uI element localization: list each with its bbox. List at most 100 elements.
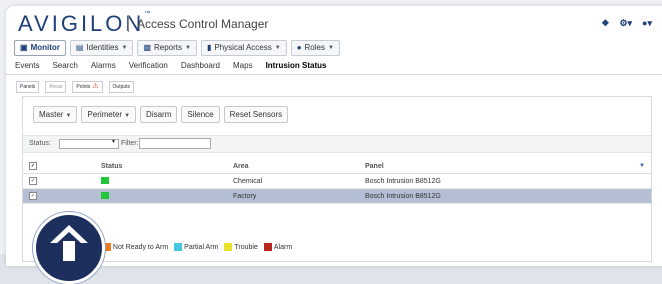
- chevron-down-icon: ▼: [65, 113, 72, 119]
- legend-label: Alarm: [273, 243, 293, 251]
- filter-input[interactable]: [139, 138, 211, 149]
- nav-roles-label: Roles: [304, 43, 325, 52]
- panel-column-header[interactable]: Panel ▼: [359, 159, 651, 174]
- panel-cell: Bosch Intrusion B8512G: [359, 173, 651, 189]
- master-button[interactable]: Master ▼: [33, 106, 78, 123]
- legend-swatch: [263, 243, 272, 251]
- subnav-search[interactable]: Search: [52, 61, 77, 70]
- subnav-intrusion-status[interactable]: Intrusion Status: [266, 61, 327, 70]
- subnav-dashboard[interactable]: Dashboard: [181, 61, 220, 70]
- chevron-down-icon: ▼: [111, 139, 116, 145]
- logo-text: AVIGILON: [18, 11, 145, 36]
- chevron-down-icon: ▼: [121, 45, 128, 51]
- status-indicator: [101, 176, 109, 184]
- status-filter-label: Status:: [29, 140, 51, 147]
- legend-item: Partial Arm: [174, 243, 218, 251]
- info-icon[interactable]: ❖: [601, 18, 609, 29]
- tab-points[interactable]: Points ⚠: [72, 81, 103, 93]
- panel-column-label: Panel: [365, 162, 384, 170]
- area-cell: Chemical: [227, 173, 359, 189]
- nav-reports-label: Reports: [154, 43, 183, 52]
- table-row[interactable]: ✓ Factory Bosch Intrusion B8512G: [23, 188, 651, 204]
- avigilon-logo: AVIGILON™: [18, 11, 150, 37]
- identities-icon: ▤: [75, 43, 84, 52]
- tab-points-label: Points: [76, 84, 91, 90]
- status-cell: [95, 173, 227, 189]
- row-select-cell[interactable]: ✓: [23, 188, 95, 204]
- nav-physical-access[interactable]: ▮ Physical Access ▼: [200, 40, 287, 56]
- select-all-header[interactable]: ✓: [23, 159, 95, 174]
- chevron-down-icon: ▼: [274, 45, 281, 51]
- perimeter-button[interactable]: Perimeter ▼: [81, 106, 137, 123]
- chevron-down-icon: ▼: [185, 45, 191, 51]
- screen-frame: AVIGILON™ Access Control Manager ❖ ⚙▾ ●▾…: [0, 0, 662, 284]
- intrusion-tabs: Panels Areas Points ⚠ Outputs: [16, 81, 135, 93]
- nav-monitor-label: Monitor: [30, 43, 60, 52]
- status-column-header[interactable]: Status: [95, 159, 227, 174]
- gear-icon[interactable]: ⚙▾: [619, 18, 632, 29]
- subnav-events[interactable]: Events: [15, 61, 39, 70]
- nav-roles[interactable]: ● Roles ▼: [290, 40, 340, 56]
- chevron-down-icon: ▼: [124, 113, 131, 119]
- status-select[interactable]: ▼: [59, 139, 119, 149]
- legend-item: Trouble: [224, 243, 258, 251]
- area-cell: Factory: [227, 188, 359, 204]
- legend-label: Trouble: [234, 243, 258, 251]
- nav-identities-label: Identities: [86, 43, 119, 52]
- disarm-button[interactable]: Disarm: [140, 106, 178, 123]
- silence-button[interactable]: Silence: [181, 106, 220, 123]
- sort-icon[interactable]: ▼: [639, 163, 645, 169]
- subnav-verification[interactable]: Verification: [129, 61, 168, 70]
- door-icon: ▮: [206, 43, 212, 52]
- reset-sensors-button[interactable]: Reset Sensors: [223, 106, 289, 123]
- tab-outputs-label: Outputs: [112, 84, 131, 90]
- arrow-up-icon-stem: [63, 241, 75, 261]
- legend-label: Partial Arm: [184, 243, 219, 251]
- tab-areas[interactable]: Areas: [45, 81, 67, 93]
- status-indicator: [101, 191, 109, 199]
- nav-physical-access-label: Physical Access: [214, 43, 272, 52]
- main-nav: ▣ Monitor ▤ Identities ▼ ▩ Reports ▼ ▮ P…: [14, 40, 340, 56]
- legend-label: Not Ready to Arm: [112, 243, 169, 251]
- monitor-icon: ▣: [20, 43, 28, 52]
- sub-nav: Events Search Alarms Verification Dashbo…: [6, 58, 662, 75]
- row-checkbox[interactable]: ✓: [29, 177, 37, 185]
- legend-swatch: [174, 243, 183, 251]
- legend-item: Alarm: [263, 243, 293, 251]
- status-cell: [95, 188, 227, 204]
- legend-swatch: [224, 243, 233, 251]
- tab-panels[interactable]: Panels: [16, 81, 40, 93]
- subnav-maps[interactable]: Maps: [233, 61, 253, 70]
- master-button-label: Master: [39, 110, 64, 119]
- table-row[interactable]: ✓ Chemical Bosch Intrusion B8512G: [23, 173, 651, 189]
- filter-label: Filter:: [121, 140, 139, 147]
- header-icons: ❖ ⚙▾ ●▾: [601, 18, 652, 29]
- panel-cell: Bosch Intrusion B8512G: [359, 188, 651, 204]
- user-icon[interactable]: ●▾: [642, 18, 652, 29]
- row-select-cell[interactable]: ✓: [23, 173, 95, 189]
- select-all-checkbox[interactable]: ✓: [29, 162, 37, 170]
- action-toolbar: Master ▼ Perimeter ▼ Disarm Silence Reset …: [33, 106, 289, 123]
- app-header: AVIGILON™ Access Control Manager ❖ ⚙▾ ●▾: [6, 6, 662, 38]
- table-header-row: ✓ Status Area Panel ▼: [23, 159, 651, 174]
- roles-icon: ●: [296, 43, 302, 52]
- perimeter-button-label: Perimeter: [87, 110, 123, 119]
- nav-identities[interactable]: ▤ Identities ▼: [69, 40, 134, 56]
- tab-outputs[interactable]: Outputs: [108, 81, 135, 93]
- nav-monitor[interactable]: ▣ Monitor: [14, 40, 66, 56]
- nav-reports[interactable]: ▩ Reports ▼: [137, 40, 197, 56]
- scroll-to-top-button[interactable]: [33, 212, 105, 284]
- app-window: AVIGILON™ Access Control Manager ❖ ⚙▾ ●▾…: [6, 6, 662, 266]
- legend-item: Not Ready to Arm: [102, 243, 169, 251]
- chevron-down-icon: ▼: [327, 45, 334, 51]
- row-checkbox[interactable]: ✓: [29, 192, 37, 200]
- tab-panels-label: Panels: [20, 84, 36, 90]
- area-column-header[interactable]: Area: [227, 159, 359, 174]
- header-divider: [128, 16, 129, 32]
- subnav-alarms[interactable]: Alarms: [91, 61, 116, 70]
- areas-panel: Master ▼ Perimeter ▼ Disarm Silence Reset …: [22, 96, 652, 262]
- tab-areas-label: Areas: [49, 84, 63, 90]
- areas-table: ✓ Status Area Panel ▼ ✓ Chemical Bosch In…: [23, 159, 651, 204]
- app-title: Access Control Manager: [137, 17, 269, 31]
- reports-icon: ▩: [143, 43, 151, 52]
